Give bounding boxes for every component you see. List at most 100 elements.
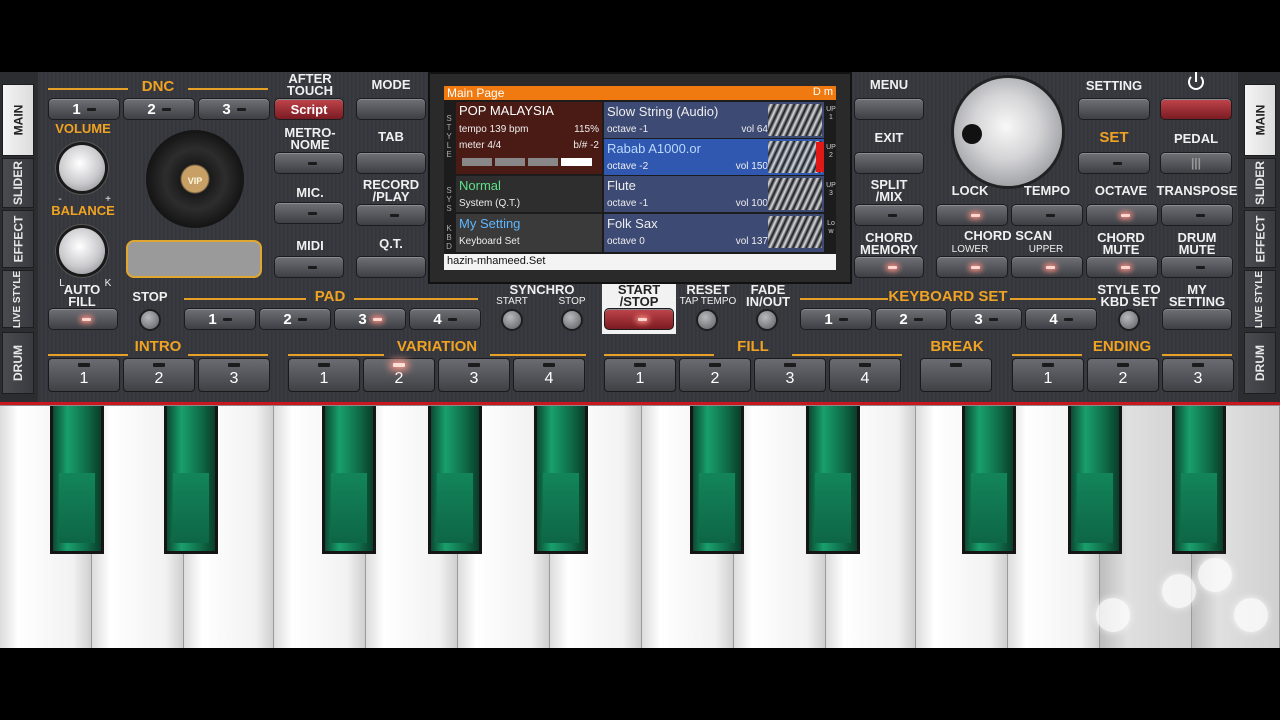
black-key[interactable] xyxy=(50,406,104,554)
tempo-button[interactable] xyxy=(1011,204,1083,226)
pad-button-2[interactable]: 2 xyxy=(259,308,331,330)
qt-label: Q.T. xyxy=(379,236,403,251)
side-tab-main-left[interactable]: MAIN xyxy=(2,84,34,156)
variation-button-4[interactable]: 4 xyxy=(513,358,585,392)
record-play-button[interactable] xyxy=(356,204,426,226)
black-key[interactable] xyxy=(1068,406,1122,554)
synchro-stop-button[interactable] xyxy=(561,309,583,331)
fill-button-3[interactable]: 3 xyxy=(754,358,826,392)
kbd-set-button-4[interactable]: 4 xyxy=(1025,308,1097,330)
black-key[interactable] xyxy=(962,406,1016,554)
black-key[interactable] xyxy=(534,406,588,554)
chord-scan-lower-button[interactable] xyxy=(936,256,1008,278)
side-tab-live-style-left[interactable]: LIVE STYLE xyxy=(2,270,34,328)
synchro-start-button[interactable] xyxy=(501,309,523,331)
pad-stop-button[interactable] xyxy=(139,309,161,331)
variation-button-2[interactable]: 2 xyxy=(363,358,435,392)
my-setting-cell[interactable]: My Setting Keyboard Set xyxy=(456,214,602,252)
pad-button-4[interactable]: 4 xyxy=(409,308,481,330)
start-stop-button[interactable] xyxy=(604,308,674,330)
intro-button-1[interactable]: 1 xyxy=(48,358,120,392)
variation-button-1[interactable]: 1 xyxy=(288,358,360,392)
side-tab-drum-left[interactable]: DRUM xyxy=(2,332,34,394)
my-setting-label: MY SETTING xyxy=(1168,282,1226,309)
style-cell[interactable]: POP MALAYSIA tempo 139 bpm 115% meter 4/… xyxy=(456,102,602,174)
set-button[interactable] xyxy=(1078,152,1150,174)
part-low[interactable]: Folk Sax octave 0 vol 137 xyxy=(604,214,824,252)
side-tab-main-right[interactable]: MAIN xyxy=(1244,84,1276,156)
side-tab-slider-right[interactable]: SLIDER xyxy=(1244,158,1276,208)
chord-memory-label: CHORD MEMORY xyxy=(859,230,919,257)
side-tab-drum-right[interactable]: DRUM xyxy=(1244,332,1276,394)
kbd-set-button-1[interactable]: 1 xyxy=(800,308,872,330)
arranger-app: MAIN SLIDER EFFECT LIVE STYLE DRUM MAIN … xyxy=(0,72,1280,648)
black-key[interactable] xyxy=(322,406,376,554)
transpose-label: TRANSPOSE xyxy=(1156,183,1238,198)
dnc-button-2[interactable]: 2 xyxy=(123,98,195,120)
variation-button-3[interactable]: 3 xyxy=(438,358,510,392)
intro-button-2[interactable]: 2 xyxy=(123,358,195,392)
black-key[interactable] xyxy=(690,406,744,554)
black-key[interactable] xyxy=(1172,406,1226,554)
ending-button-3[interactable]: 3 xyxy=(1162,358,1234,392)
mic-label: MIC. xyxy=(296,185,324,200)
power-button[interactable] xyxy=(1160,98,1232,120)
side-tab-slider-left[interactable]: SLIDER xyxy=(2,158,34,208)
fill-button-2[interactable]: 2 xyxy=(679,358,751,392)
octave-button[interactable] xyxy=(1086,204,1158,226)
dnc-button-1[interactable]: 1 xyxy=(48,98,120,120)
script-button[interactable]: Script xyxy=(274,98,344,120)
kbd-set-button-2[interactable]: 2 xyxy=(875,308,947,330)
intro-button-3[interactable]: 3 xyxy=(198,358,270,392)
reset-tap-tempo-button[interactable] xyxy=(696,309,718,331)
transpose-button[interactable] xyxy=(1161,204,1233,226)
menu-button[interactable] xyxy=(854,98,924,120)
drum-mute-button[interactable] xyxy=(1161,256,1233,278)
chord-mute-button[interactable] xyxy=(1086,256,1158,278)
mode-button[interactable] xyxy=(356,98,426,120)
fade-button[interactable] xyxy=(756,309,778,331)
style-to-kbd-button[interactable] xyxy=(1118,309,1140,331)
lock-button[interactable] xyxy=(936,204,1008,226)
metronome-button[interactable] xyxy=(274,152,344,174)
auto-fill-label: AUTO FILL xyxy=(63,282,101,309)
mic-button[interactable] xyxy=(274,202,344,224)
sys-tag: SYS xyxy=(446,186,452,213)
pedal-button[interactable]: ||| xyxy=(1160,152,1232,174)
ending-button-1[interactable]: 1 xyxy=(1012,358,1084,392)
dnc-button-3[interactable]: 3 xyxy=(198,98,270,120)
side-tab-live-style-right[interactable]: LIVE STYLE xyxy=(1244,270,1276,328)
auto-fill-button[interactable] xyxy=(48,308,118,330)
qt-button[interactable] xyxy=(356,256,426,278)
part-up3[interactable]: Flute octave -1 vol 100 xyxy=(604,176,824,212)
side-tab-effect-right[interactable]: EFFECT xyxy=(1244,210,1276,268)
pad-display[interactable] xyxy=(126,240,262,278)
chord-memory-button[interactable] xyxy=(854,256,924,278)
midi-button[interactable] xyxy=(274,256,344,278)
black-key[interactable] xyxy=(428,406,482,554)
black-key[interactable] xyxy=(164,406,218,554)
split-mix-button[interactable] xyxy=(854,204,924,226)
pad-button-1[interactable]: 1 xyxy=(184,308,256,330)
normal-cell[interactable]: Normal System (Q.T.) xyxy=(456,176,602,212)
part-up1[interactable]: Slow String (Audio) octave -1 vol 64 xyxy=(604,102,824,138)
balance-knob[interactable] xyxy=(59,228,105,274)
volume-knob[interactable] xyxy=(59,145,105,191)
my-setting-button[interactable] xyxy=(1162,308,1232,330)
setting-button[interactable] xyxy=(1078,98,1150,120)
break-button[interactable] xyxy=(920,358,992,392)
side-tab-effect-left[interactable]: EFFECT xyxy=(2,210,34,268)
fill-button-4[interactable]: 4 xyxy=(829,358,901,392)
kbd-set-button-3[interactable]: 3 xyxy=(950,308,1022,330)
fill-button-1[interactable]: 1 xyxy=(604,358,676,392)
stop-label: STOP xyxy=(132,289,168,304)
tab-button[interactable] xyxy=(356,152,426,174)
chord-scan-upper-button[interactable] xyxy=(1011,256,1083,278)
split-mix-label: SPLIT /MIX xyxy=(870,177,908,204)
exit-button[interactable] xyxy=(854,152,924,174)
synchro-start-label: START xyxy=(496,296,528,307)
part-up2[interactable]: Rabab A1000.or octave -2 vol 150 xyxy=(604,139,824,175)
ending-button-2[interactable]: 2 xyxy=(1087,358,1159,392)
black-key[interactable] xyxy=(806,406,860,554)
pad-button-3[interactable]: 3 xyxy=(334,308,406,330)
